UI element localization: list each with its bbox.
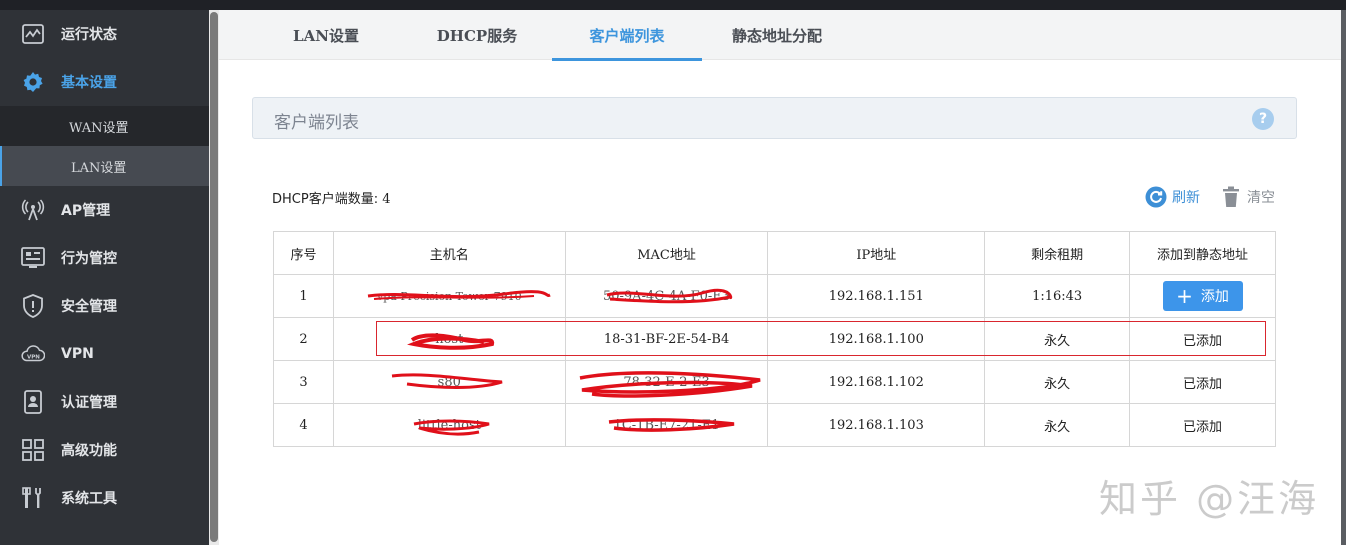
sidebar-item-label: 行为管控 bbox=[61, 251, 117, 267]
tab-dhcp-service[interactable]: DHCP服务 bbox=[419, 10, 535, 60]
sidebar-item-ap[interactable]: AP管理 bbox=[0, 186, 209, 234]
sidebar-item-label: 认证管理 bbox=[61, 395, 117, 411]
main-content: LAN设置 DHCP服务 客户端列表 静态地址分配 客户端列表 ? DHCP客户… bbox=[219, 10, 1341, 545]
cell-ip: 192.168.1.100 bbox=[767, 317, 986, 361]
tab-lan-settings[interactable]: LAN设置 bbox=[273, 10, 379, 60]
sidebar-item-label: 系统工具 bbox=[61, 491, 117, 507]
client-count-label: DHCP客户端数量: bbox=[272, 192, 379, 207]
column-header: 剩余租期 bbox=[984, 231, 1131, 275]
clear-label: 清空 bbox=[1247, 190, 1275, 206]
tab-static-address[interactable]: 静态地址分配 bbox=[719, 10, 835, 60]
sidebar-subitem-label: LAN设置 bbox=[71, 160, 127, 176]
gear-icon bbox=[21, 70, 45, 94]
cell-add-static: 已添加 bbox=[1129, 317, 1276, 361]
shield-icon bbox=[21, 294, 45, 318]
cell-add-static: + 添加 bbox=[1129, 274, 1276, 318]
cell-index: 3 bbox=[273, 360, 334, 404]
antenna-icon bbox=[21, 198, 45, 222]
watermark: 知乎 @汪海 bbox=[1099, 477, 1320, 521]
panel-header: 客户端列表 ? bbox=[252, 97, 1297, 139]
plus-icon: + bbox=[1176, 284, 1193, 308]
control-panel-icon bbox=[21, 246, 45, 270]
sidebar-item-security[interactable]: 安全管理 bbox=[0, 282, 209, 330]
sidebar-item-advanced[interactable]: 高级功能 bbox=[0, 426, 209, 474]
cell-hostname: s80 bbox=[332, 360, 566, 404]
refresh-button[interactable]: 刷新 bbox=[1145, 185, 1200, 209]
sidebar-item-label: 基本设置 bbox=[61, 75, 117, 91]
cell-add-static: 已添加 bbox=[1129, 360, 1276, 404]
sidebar-item-label: VPN bbox=[61, 346, 94, 362]
sidebar-item-auth[interactable]: 认证管理 bbox=[0, 378, 209, 426]
cell-mac: 1C-1B-E7-21-E1 bbox=[564, 403, 769, 447]
top-bar bbox=[0, 0, 1346, 10]
client-table: 序号 主机名 MAC地址 IP地址 剩余租期 添加到静态地址 1 vpa-Pre… bbox=[273, 231, 1276, 447]
cell-hostname: host bbox=[332, 317, 566, 361]
tab-bar: LAN设置 DHCP服务 客户端列表 静态地址分配 bbox=[219, 10, 1341, 61]
sidebar-subitem-lan[interactable]: LAN设置 bbox=[0, 146, 209, 186]
svg-text:VPN: VPN bbox=[27, 355, 40, 361]
column-header: 主机名 bbox=[332, 231, 566, 275]
sidebar-item-label: 安全管理 bbox=[61, 299, 117, 315]
client-count: DHCP客户端数量: 4 bbox=[272, 188, 391, 207]
sidebar-item-label: AP管理 bbox=[61, 203, 111, 219]
cell-ip: 192.168.1.151 bbox=[767, 274, 986, 318]
monitor-chart-icon bbox=[21, 22, 45, 46]
sidebar-item-system-tools[interactable]: 系统工具 bbox=[0, 474, 209, 522]
sidebar-item-label: 运行状态 bbox=[61, 27, 117, 43]
cell-ip: 192.168.1.103 bbox=[767, 403, 986, 447]
cell-index: 2 bbox=[273, 317, 334, 361]
table-row: 4 little-host 1C-1B-E7-21-E1 192.168.1.1… bbox=[273, 403, 1276, 447]
column-header: MAC地址 bbox=[564, 231, 769, 275]
sidebar-item-basic-settings[interactable]: 基本设置 bbox=[0, 58, 209, 106]
cell-ip: 192.168.1.102 bbox=[767, 360, 986, 404]
sidebar-item-label: 高级功能 bbox=[61, 443, 117, 459]
grid-apps-icon bbox=[21, 438, 45, 462]
sidebar: 运行状态 基本设置 WAN设置 LAN设置 AP管理 行为管控 安全管理 VPN… bbox=[0, 10, 209, 545]
clear-button[interactable]: 清空 bbox=[1220, 185, 1275, 209]
sidebar-subitem-label: WAN设置 bbox=[69, 120, 129, 136]
cell-hostname: little-host bbox=[332, 403, 566, 447]
column-header: IP地址 bbox=[767, 231, 986, 275]
cell-mac: 18-31-BF-2E-54-B4 bbox=[564, 317, 769, 361]
column-header: 序号 bbox=[273, 231, 334, 275]
cell-mac: 78-32-E-2-E3 bbox=[564, 360, 769, 404]
sidebar-item-vpn[interactable]: VPN VPN bbox=[0, 330, 209, 378]
vpn-cloud-icon: VPN bbox=[21, 342, 45, 366]
scrollbar-thumb[interactable] bbox=[210, 12, 218, 542]
sidebar-subitem-wan[interactable]: WAN设置 bbox=[0, 106, 209, 146]
sidebar-item-behavior-control[interactable]: 行为管控 bbox=[0, 234, 209, 282]
trash-icon bbox=[1220, 186, 1242, 208]
table-row: 3 s80 78-32-E-2-E3 192.168.1.102 永久 已添加 bbox=[273, 360, 1276, 404]
cell-lease: 永久 bbox=[984, 403, 1131, 447]
cell-lease: 1:16:43 bbox=[984, 274, 1131, 318]
tab-client-list[interactable]: 客户端列表 bbox=[552, 10, 702, 61]
cell-hostname: vpa-Precision-Tower-7910 bbox=[332, 274, 566, 318]
client-count-value: 4 bbox=[382, 192, 391, 207]
add-static-button[interactable]: + 添加 bbox=[1162, 281, 1243, 311]
table-header-row: 序号 主机名 MAC地址 IP地址 剩余租期 添加到静态地址 bbox=[273, 231, 1276, 275]
add-static-label: 添加 bbox=[1200, 289, 1229, 305]
tools-icon bbox=[21, 486, 45, 510]
sidebar-item-status[interactable]: 运行状态 bbox=[0, 10, 209, 58]
table-row: 1 vpa-Precision-Tower-7910 50-9A-4C-4A-F… bbox=[273, 274, 1276, 318]
cell-lease: 永久 bbox=[984, 317, 1131, 361]
id-badge-icon bbox=[21, 390, 45, 414]
cell-index: 1 bbox=[273, 274, 334, 318]
sidebar-scrollbar[interactable] bbox=[209, 10, 219, 545]
table-row: 2 host 18-31-BF-2E-54-B4 192.168.1.100 永… bbox=[273, 317, 1276, 361]
help-icon[interactable]: ? bbox=[1252, 108, 1274, 130]
cell-mac: 50-9A-4C-4A-F0-E3 bbox=[564, 274, 769, 318]
cell-add-static: 已添加 bbox=[1129, 403, 1276, 447]
cell-index: 4 bbox=[273, 403, 334, 447]
cell-lease: 永久 bbox=[984, 360, 1131, 404]
panel-title: 客户端列表 bbox=[274, 113, 359, 133]
page-scrollbar[interactable] bbox=[1341, 10, 1346, 545]
refresh-icon bbox=[1145, 186, 1167, 208]
refresh-label: 刷新 bbox=[1172, 190, 1200, 206]
column-header: 添加到静态地址 bbox=[1129, 231, 1276, 275]
